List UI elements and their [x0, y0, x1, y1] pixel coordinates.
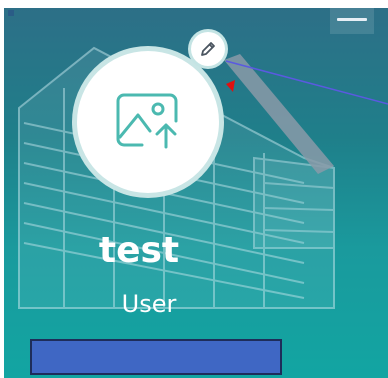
action-bar-button[interactable]: [30, 339, 282, 375]
menu-bar: [337, 17, 367, 21]
edit-profile-button[interactable]: [188, 29, 228, 69]
avatar-upload-button[interactable]: [72, 46, 224, 198]
corner-marker: [8, 10, 14, 16]
profile-header-card: test User: [4, 8, 388, 378]
profile-name: test: [98, 230, 180, 271]
pencil-icon: [201, 42, 215, 56]
hamburger-menu-icon[interactable]: [330, 8, 374, 34]
profile-role: User: [121, 290, 177, 318]
image-upload-icon: [116, 93, 178, 149]
